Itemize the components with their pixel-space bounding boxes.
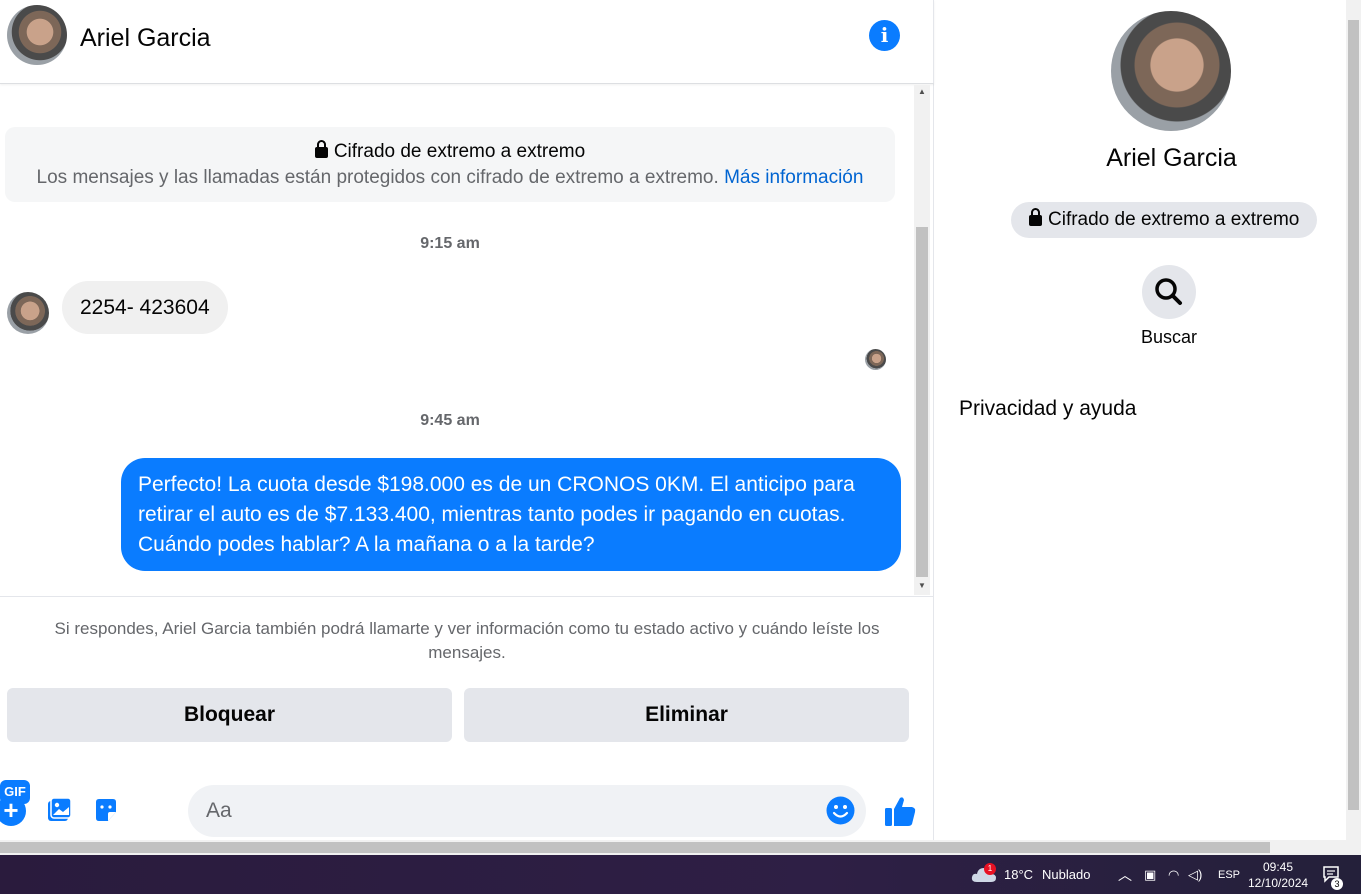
- meet-icon[interactable]: ▣: [1144, 867, 1156, 883]
- plus-icon[interactable]: +: [0, 796, 26, 826]
- contact-name[interactable]: Ariel Garcia: [80, 24, 211, 53]
- lock-icon: [1029, 208, 1042, 226]
- sticker-icon[interactable]: [92, 796, 120, 824]
- message-input[interactable]: [206, 785, 806, 837]
- chevron-up-icon[interactable]: ︿: [1118, 865, 1132, 885]
- clock-time: 09:45: [1262, 860, 1294, 874]
- info-icon[interactable]: i: [869, 20, 900, 51]
- scroll-down-icon[interactable]: ▼: [914, 579, 930, 593]
- sender-avatar[interactable]: [7, 292, 49, 334]
- taskbar: 1 18°C Nublado ︿ ▣ ◠ ◁) ESP 09:45 12/10/…: [0, 855, 1361, 894]
- composer: + GIF: [0, 780, 934, 840]
- weather-status[interactable]: Nublado: [1042, 867, 1090, 882]
- message-timestamp: 9:45 am: [420, 412, 480, 429]
- incoming-message[interactable]: 2254- 423604: [62, 281, 228, 334]
- wifi-icon[interactable]: ◠: [1168, 867, 1179, 883]
- profile-name: Ariel Garcia: [1106, 144, 1237, 172]
- contact-info-panel: Ariel Garcia Cifrado de extremo a extrem…: [934, 0, 1346, 840]
- search-label: Buscar: [1140, 327, 1198, 347]
- panel-scrollbar[interactable]: [1346, 0, 1361, 840]
- volume-icon[interactable]: ◁): [1188, 867, 1202, 883]
- messenger-window: Ariel Garcia i Cifrado de extremo a extr…: [0, 0, 1361, 840]
- clock-date: 12/10/2024: [1248, 876, 1309, 890]
- profile-avatar[interactable]: [1111, 11, 1231, 131]
- encryption-badge-label: Cifrado de extremo a extremo: [1048, 209, 1300, 230]
- chat-header: Ariel Garcia i: [0, 0, 934, 84]
- temperature[interactable]: 18°C: [1004, 867, 1033, 882]
- horizontal-scroll-thumb[interactable]: [0, 842, 1270, 853]
- search-button[interactable]: [1142, 265, 1196, 319]
- encryption-notice: Cifrado de extremo a extremo Los mensaje…: [5, 127, 895, 202]
- panel-scroll-thumb[interactable]: [1348, 20, 1359, 810]
- clock[interactable]: 09:45 12/10/2024: [1248, 859, 1308, 891]
- emoji-icon[interactable]: [826, 796, 855, 825]
- message-input-container[interactable]: [188, 785, 866, 837]
- lock-icon: [314, 140, 328, 158]
- language-indicator[interactable]: ESP: [1218, 869, 1240, 881]
- outgoing-message[interactable]: Perfecto! La cuota desde $198.000 es de …: [121, 458, 901, 571]
- message-list: Cifrado de extremo a extremo Los mensaje…: [0, 85, 914, 595]
- contact-avatar[interactable]: [7, 5, 67, 65]
- weather-badge: 1: [984, 863, 996, 875]
- chat-panel: Ariel Garcia i Cifrado de extremo a extr…: [0, 0, 934, 840]
- block-button[interactable]: Bloquear: [7, 688, 452, 742]
- notification-count: 3: [1331, 878, 1343, 890]
- seen-indicator-avatar: [865, 349, 886, 370]
- encryption-description: Los mensajes y las llamadas están proteg…: [36, 167, 719, 188]
- encryption-badge[interactable]: Cifrado de extremo a extremo: [1011, 202, 1318, 238]
- horizontal-scrollbar[interactable]: [0, 840, 1361, 855]
- more-info-link[interactable]: Más información: [724, 167, 863, 188]
- message-scrollbar[interactable]: ▲ ▼: [914, 85, 930, 595]
- encryption-title: Cifrado de extremo a extremo: [333, 141, 586, 162]
- reply-notice: Si respondes, Ariel Garcia también podrá…: [0, 596, 934, 665]
- delete-button[interactable]: Eliminar: [464, 688, 909, 742]
- like-icon[interactable]: [883, 794, 917, 828]
- privacy-help-section[interactable]: Privacidad y ayuda: [959, 397, 1136, 421]
- image-icon[interactable]: [45, 796, 73, 824]
- scroll-thumb[interactable]: [916, 227, 928, 577]
- search-icon: [1155, 278, 1182, 305]
- message-timestamp: 9:15 am: [420, 235, 480, 252]
- scroll-up-icon[interactable]: ▲: [914, 85, 930, 99]
